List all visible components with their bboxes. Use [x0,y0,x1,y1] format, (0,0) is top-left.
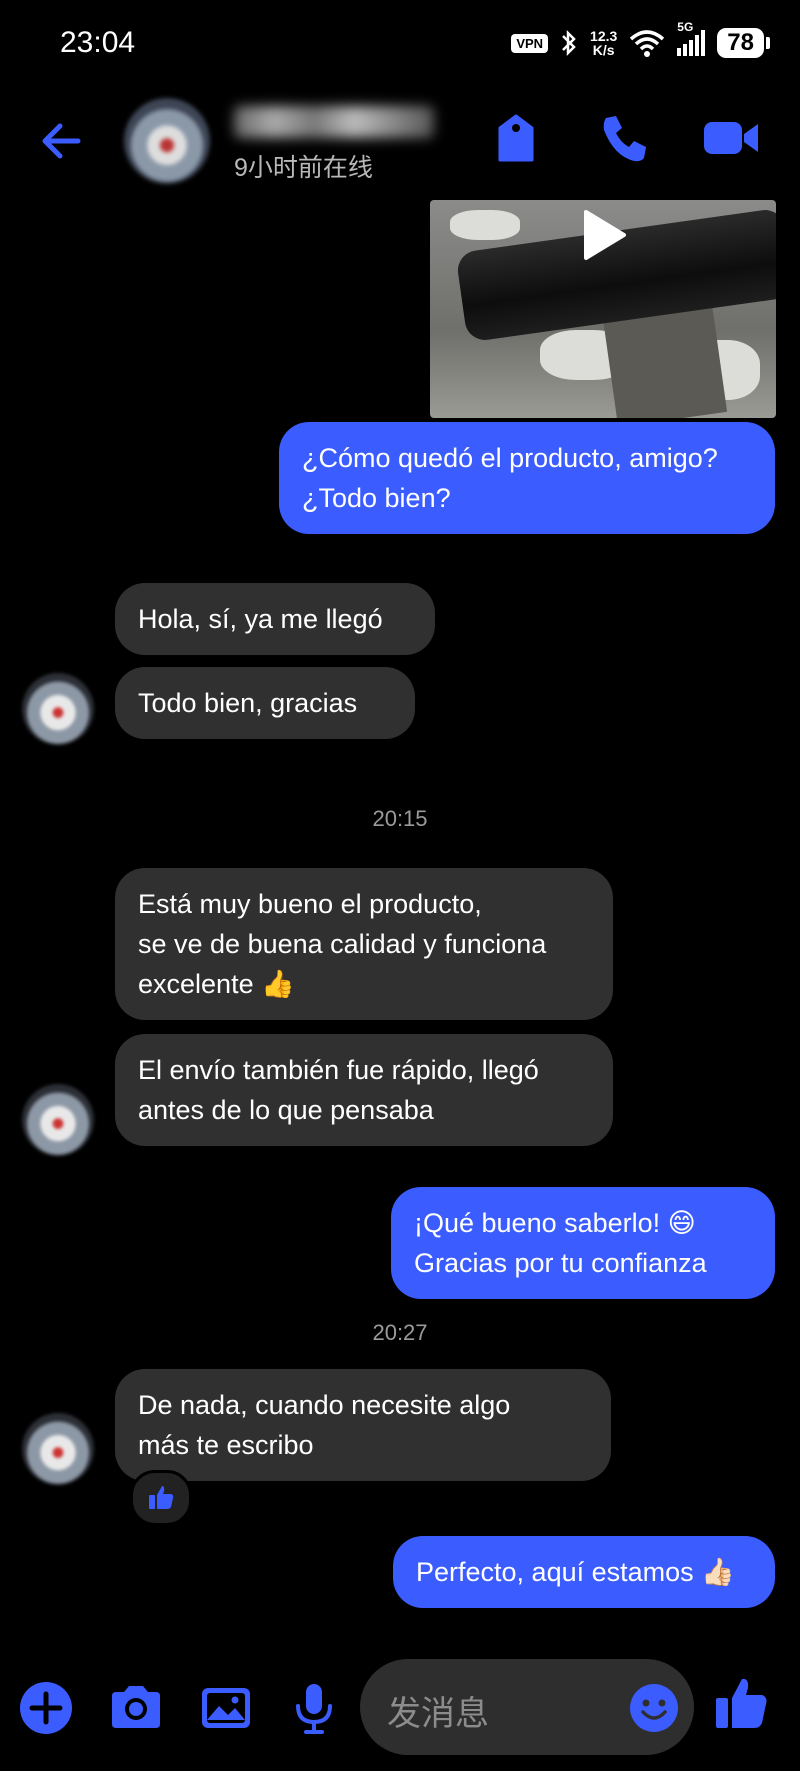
contact-avatar[interactable] [124,98,210,184]
plus-icon[interactable] [18,1680,74,1736]
bluetooth-icon [562,29,576,57]
reaction-badge[interactable] [130,1470,192,1526]
message-incoming[interactable]: Hola, sí, ya me llegó [115,583,435,655]
video-message-thumbnail[interactable] [430,200,776,418]
wifi-icon [630,30,665,57]
video-camera-icon[interactable] [702,110,762,166]
play-icon[interactable] [578,208,628,262]
sender-avatar[interactable] [22,673,94,745]
microphone-icon[interactable] [286,1680,342,1736]
emoji-icon[interactable] [626,1680,682,1736]
message-incoming[interactable]: Todo bien, gracias [115,667,415,739]
message-outgoing[interactable]: Perfecto, aquí estamos 👍🏻 [393,1536,775,1608]
timestamp: 20:27 [372,1320,428,1345]
message-outgoing[interactable]: ¿Cómo quedó el producto, amigo? ¿Todo bi… [279,422,775,534]
timestamp: 20:15 [372,806,428,831]
tag-icon[interactable] [488,110,544,166]
status-icons: VPN 12.3 K/s 5G 78 [511,20,770,58]
net-speed: 12.3 K/s [590,28,618,58]
vpn-badge: VPN [511,33,549,53]
thumbs-up-icon[interactable] [712,1674,772,1734]
phone-icon[interactable] [596,110,652,166]
cell-signal: 5G [677,20,706,56]
status-time: 23:04 [60,26,136,59]
sender-avatar[interactable] [22,1084,94,1156]
back-arrow-icon[interactable] [38,116,88,166]
sender-avatar[interactable] [22,1413,94,1485]
message-outgoing[interactable]: ¡Qué bueno saberlo! 😄 Gracias por tu con… [391,1187,775,1299]
image-icon[interactable] [198,1680,254,1736]
message-incoming[interactable]: Está muy bueno el producto, se ve de bue… [115,868,613,1020]
message-incoming[interactable]: El envío también fue rápido, llegó antes… [115,1034,613,1146]
camera-icon[interactable] [108,1680,164,1736]
battery-indicator: 78 [717,28,770,58]
contact-name-blurred[interactable] [234,106,434,138]
thumbs-up-icon [149,1486,174,1509]
message-incoming[interactable]: De nada, cuando necesite algo más te esc… [115,1369,611,1481]
message-input-placeholder: 发消息 [387,1695,489,1733]
last-seen-status: 9小时前在线 [234,154,373,182]
